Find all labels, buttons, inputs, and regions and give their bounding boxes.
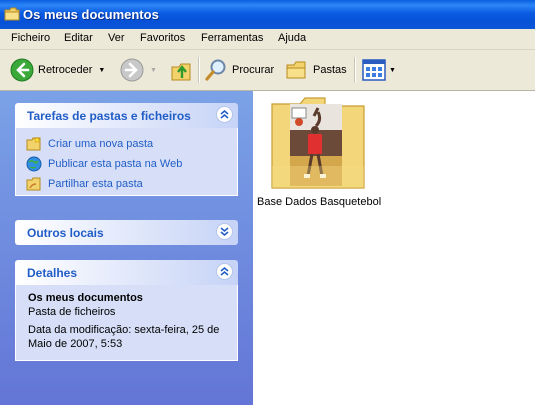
task-share-folder[interactable]: Partilhar esta pasta xyxy=(26,176,143,192)
task-publish-web[interactable]: Publicar esta pasta na Web xyxy=(26,156,182,172)
up-folder-button[interactable] xyxy=(170,50,194,90)
task-publish-web-label: Publicar esta pasta na Web xyxy=(48,158,183,170)
details-panel-body: Os meus documentos Pasta de ficheiros Da… xyxy=(15,285,238,361)
folder-with-photo-icon xyxy=(271,97,365,189)
collapse-chevron-up-icon[interactable] xyxy=(216,263,233,280)
toolbar-separator xyxy=(198,57,200,83)
details-name: Os meus documentos xyxy=(28,292,143,304)
menu-ver[interactable]: Ver xyxy=(108,32,125,44)
details-panel-header[interactable]: Detalhes xyxy=(15,260,238,285)
search-icon xyxy=(205,59,226,81)
task-new-folder-label: Criar uma nova pasta xyxy=(48,138,154,150)
other-places-header[interactable]: Outros locais xyxy=(15,220,238,245)
tasks-panel-title: Tarefas de pastas e ficheiros xyxy=(27,109,191,123)
tasks-panel-body: Criar uma nova pasta Publicar esta pasta… xyxy=(15,128,238,196)
search-label: Procurar xyxy=(232,64,275,76)
back-label: Retroceder xyxy=(38,64,93,76)
expand-chevron-down-icon[interactable] xyxy=(216,223,233,240)
up-folder-icon xyxy=(171,63,191,81)
window-title: Os meus documentos xyxy=(23,7,159,22)
toolbar: Retroceder ▼ ▼ Procurar Pastas ▼ xyxy=(0,50,535,91)
task-new-folder[interactable]: Criar uma nova pasta xyxy=(26,136,153,152)
menu-ficheiro[interactable]: Ficheiro xyxy=(11,32,50,44)
details-panel-title: Detalhes xyxy=(27,266,78,280)
forward-dropdown-icon[interactable]: ▼ xyxy=(150,67,157,74)
new-folder-icon xyxy=(26,136,41,151)
menu-ajuda[interactable]: Ajuda xyxy=(278,32,306,44)
menu-editar[interactable]: Editar xyxy=(64,32,93,44)
toolbar-separator xyxy=(354,57,356,83)
views-grid-icon xyxy=(362,59,386,81)
folder-item-label: Base Dados Basquetebol xyxy=(257,196,382,208)
forward-arrow-icon xyxy=(120,58,144,82)
task-pane: Tarefas de pastas e ficheiros Criar uma … xyxy=(0,91,253,405)
task-share-folder-label: Partilhar esta pasta xyxy=(48,178,143,190)
views-dropdown-icon[interactable]: ▼ xyxy=(389,67,396,74)
menu-ferramentas[interactable]: Ferramentas xyxy=(201,32,263,44)
menu-bar: Ficheiro Editar Ver Favoritos Ferramenta… xyxy=(0,29,535,50)
other-places-title: Outros locais xyxy=(27,226,104,240)
search-button[interactable]: Procurar xyxy=(204,50,274,90)
back-arrow-icon xyxy=(10,58,34,82)
back-dropdown-icon[interactable]: ▼ xyxy=(98,67,105,74)
folders-label: Pastas xyxy=(313,64,347,76)
folders-button[interactable]: Pastas xyxy=(285,50,347,90)
forward-button[interactable]: ▼ xyxy=(120,50,157,90)
back-button[interactable]: Retroceder ▼ xyxy=(10,50,105,90)
globe-icon xyxy=(26,156,42,172)
tasks-panel-header[interactable]: Tarefas de pastas e ficheiros xyxy=(15,103,238,128)
collapse-chevron-up-icon[interactable] xyxy=(216,106,233,123)
details-type: Pasta de ficheiros xyxy=(28,306,116,318)
share-folder-icon xyxy=(26,177,41,191)
folders-icon xyxy=(286,61,306,79)
folder-icon xyxy=(4,7,20,21)
title-bar[interactable]: Os meus documentos xyxy=(0,0,535,29)
views-button[interactable]: ▼ xyxy=(362,50,396,90)
details-modified: Data da modificação: sexta-feira, 25 de … xyxy=(28,324,220,350)
menu-favoritos[interactable]: Favoritos xyxy=(140,32,185,44)
folder-item[interactable] xyxy=(270,96,366,190)
